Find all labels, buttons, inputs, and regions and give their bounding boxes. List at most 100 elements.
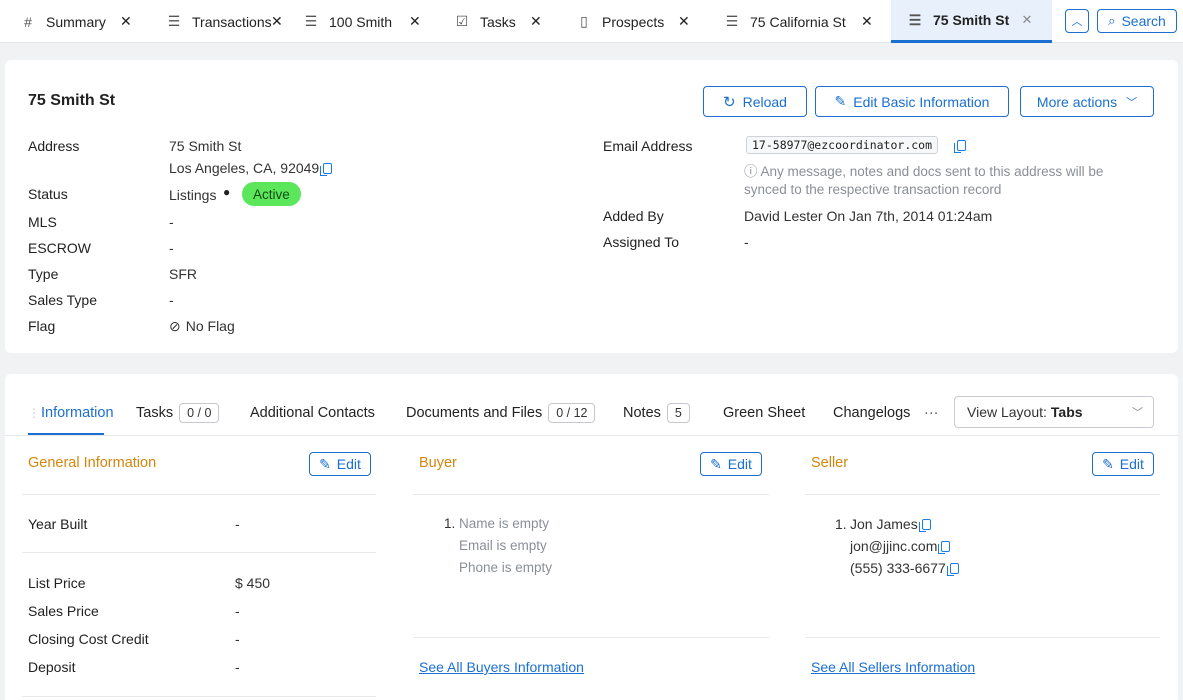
view-layout-select[interactable]: View Layout: Tabs ﹀ (954, 396, 1154, 428)
address-line1: 75 Smith St (169, 138, 242, 154)
added-by-label: Added By (603, 208, 664, 224)
tab-information-label: Information (41, 405, 114, 421)
seller-title: Seller (811, 455, 849, 471)
divider (805, 637, 1160, 638)
pencil-icon: ✎ (710, 455, 722, 472)
reload-button[interactable]: ↻ Reload (703, 86, 807, 117)
copy-icon[interactable] (320, 163, 333, 176)
tab-label: 100 Smith (329, 13, 393, 30)
sales-type-label: Sales Type (28, 292, 98, 308)
edit-label: Edit (727, 456, 752, 472)
seller-email-row: jon@jjinc.com (850, 538, 951, 554)
close-icon[interactable]: ✕ (530, 0, 542, 43)
assigned-to-value: - (744, 234, 749, 250)
address-line2: Los Angeles, CA, 92049 (169, 160, 320, 176)
edit-basic-information-button[interactable]: ✎ Edit Basic Information (815, 86, 1009, 117)
seller-name: Jon James (850, 516, 918, 532)
edit-seller-button[interactable]: ✎ Edit (1092, 452, 1154, 476)
tab-label: 75 Smith St (933, 12, 1010, 28)
edit-general-button[interactable]: ✎ Edit (309, 452, 371, 476)
year-built-label: Year Built (28, 516, 88, 532)
search-button[interactable]: ⌕ Search (1097, 9, 1177, 33)
more-tabs-icon[interactable]: ··· (924, 402, 939, 424)
close-icon[interactable]: ✕ (271, 0, 283, 43)
buyer-index: 1. (444, 516, 456, 531)
status-badge: Active (242, 182, 301, 206)
tab-documents-label: Documents and Files (406, 405, 543, 421)
buyer-name: Name is empty (459, 516, 550, 531)
tab-notes-label: Notes (623, 405, 661, 421)
edit-buyer-button[interactable]: ✎ Edit (700, 452, 762, 476)
email-hint-line1: Any message, notes and docs sent to this… (760, 164, 1104, 179)
added-by-value: David Lester On Jan 7th, 2014 01:24am (744, 208, 993, 224)
tab-information[interactable]: ⋮ Information (28, 402, 114, 424)
tab-changelogs[interactable]: Changelogs (833, 402, 910, 424)
list-price-value: $ 450 (235, 575, 271, 591)
copy-icon[interactable] (918, 519, 931, 532)
close-icon[interactable]: ✕ (861, 0, 873, 43)
deposit-value: - (235, 659, 240, 675)
copy-icon[interactable] (946, 563, 959, 576)
email-address-value[interactable]: 17-58977@ezcoordinator.com (746, 136, 939, 154)
escrow-label: ESCROW (28, 240, 91, 256)
seller-email: jon@jjinc.com (850, 538, 938, 554)
deposit-label: Deposit (28, 659, 76, 675)
mls-value: - (169, 214, 174, 230)
hash-icon: # (24, 13, 32, 30)
tab-additional-contacts[interactable]: Additional Contacts (250, 402, 375, 424)
closing-cost-credit-label: Closing Cost Credit (28, 631, 149, 647)
escrow-value: - (169, 240, 174, 256)
address-label: Address (28, 138, 80, 154)
tab-label: Transactions (192, 13, 272, 30)
edit-label: Edit (336, 456, 361, 472)
sales-price-label: Sales Price (28, 603, 99, 619)
refresh-icon: ↻ (723, 93, 736, 111)
tab-75-smith-st[interactable]: ☰ 75 Smith St ✕ (891, 0, 1052, 43)
tab-label: Summary (46, 13, 106, 30)
collapse-button[interactable]: ︿ (1065, 9, 1089, 33)
mls-label: MLS (28, 214, 57, 230)
close-icon[interactable]: ✕ (120, 0, 132, 43)
copy-icon[interactable] (954, 140, 966, 153)
tab-green-sheet[interactable]: Green Sheet (723, 402, 805, 424)
address-line2-row: Los Angeles, CA, 92049 (169, 160, 333, 176)
type-label: Type (28, 266, 59, 282)
close-icon[interactable]: ✕ (1021, 12, 1033, 28)
search-icon: ⌕ (1108, 13, 1116, 28)
close-icon[interactable]: ✕ (409, 0, 421, 43)
email-hint-line2: synced to the respective transaction rec… (744, 182, 1002, 197)
assigned-to-label: Assigned To (603, 234, 680, 250)
list-price-label: List Price (28, 575, 86, 591)
more-actions-button[interactable]: More actions ﹀ (1020, 86, 1154, 117)
tab-tasks-section[interactable]: Tasks 0 / 0 (136, 402, 220, 424)
seller-phone-row: (555) 333-6677 (850, 560, 959, 576)
info-icon: ⓘ (744, 164, 758, 179)
status-label: Status (28, 186, 68, 202)
seller-phone: (555) 333-6677 (850, 560, 946, 576)
copy-icon[interactable] (938, 541, 951, 554)
tab-75-california-st[interactable]: ☰ 75 California St (724, 0, 874, 43)
tab-label: 75 California St (750, 13, 846, 30)
see-all-sellers-link[interactable]: See All Sellers Information (811, 659, 975, 675)
buyer-phone: Phone is empty (459, 560, 553, 575)
search-label: Search (1121, 13, 1166, 29)
notes-count-badge: 5 (666, 403, 690, 423)
divider (413, 494, 769, 495)
seller-name-row: Jon James (850, 516, 931, 532)
more-actions-label: More actions (1036, 93, 1118, 110)
email-address-label: Email Address (603, 138, 693, 154)
tab-tasks-label: Tasks (136, 405, 174, 421)
tab-documents-and-files[interactable]: Documents and Files 0 / 12 (406, 402, 596, 424)
list-icon: ☰ (304, 13, 318, 29)
chevron-down-icon: ﹀ (1132, 407, 1143, 419)
close-icon[interactable]: ✕ (678, 0, 690, 43)
pencil-icon: ✎ (319, 455, 331, 472)
tab-100-smith[interactable]: ☰ 100 Smith (303, 0, 423, 43)
divider (22, 552, 376, 553)
pencil-icon: ✎ (1102, 455, 1114, 472)
edit-label: Edit (1119, 456, 1144, 472)
documents-count-badge: 0 / 12 (548, 403, 596, 423)
reload-label: Reload (742, 93, 787, 110)
see-all-buyers-link[interactable]: See All Buyers Information (419, 659, 584, 675)
tab-notes[interactable]: Notes 5 (623, 402, 690, 424)
